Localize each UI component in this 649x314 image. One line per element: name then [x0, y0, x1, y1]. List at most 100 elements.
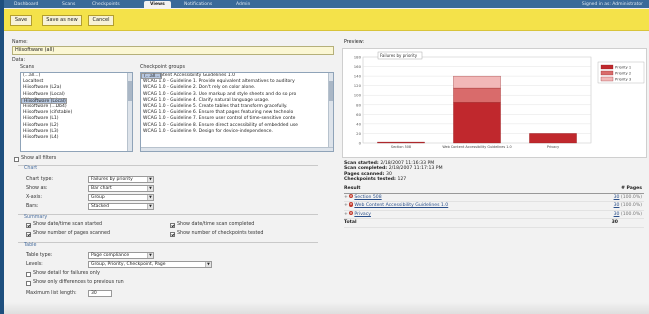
legend-label: Priority 2 [615, 72, 631, 76]
scans-scrollbar[interactable] [127, 73, 132, 151]
result-row: + × Web Content Accessibility Guidelines 1… [344, 202, 644, 211]
levels-label: Levels: [26, 262, 43, 267]
bar-segment [377, 141, 425, 144]
checkpoint-groups-listbox[interactable]: (...all...) Web Content Accessibility Gui… [140, 72, 334, 152]
result-link[interactable]: Section 508 [354, 195, 381, 200]
expand-icon[interactable]: + [344, 212, 348, 217]
pages-percent: (100.0%) [619, 194, 642, 200]
x-tick-label: Web Content Accessibility Guidelines 1.0 [442, 145, 511, 149]
name-field[interactable]: Hiisoftware (all) [12, 46, 334, 55]
y-tick-label: 160 [354, 64, 362, 69]
show-as-label: Show as: [26, 186, 48, 191]
bars-select[interactable]: Stacked ▼ [88, 203, 154, 210]
tab-views[interactable]: Views [144, 1, 171, 8]
chevron-down-icon: ▼ [147, 195, 153, 200]
chart-title: Failures by priority [380, 53, 418, 58]
chart-type-select[interactable]: Failures by priority ▼ [88, 176, 154, 183]
results-total-row: Total 30 [344, 219, 644, 228]
result-link[interactable]: Privacy [354, 212, 371, 217]
pages-cell: 30 (100.0%) [614, 194, 642, 202]
x-tick-label: Privacy [547, 145, 559, 149]
pages-cell: 30 (100.0%) [614, 202, 642, 210]
bars-label: Bars: [26, 204, 39, 209]
chevron-down-icon: ▼ [147, 186, 153, 191]
result-link[interactable]: Web Content Accessibility Guidelines 1.0 [354, 203, 448, 208]
result-row: + × Privacy 30 (100.0%) [344, 210, 644, 219]
y-tick-label: 0 [359, 141, 362, 146]
scan-list-item[interactable]: Hiisoftware (Local) [21, 97, 67, 104]
show-all-filters-checkbox[interactable] [14, 157, 19, 162]
save-as-new-button[interactable]: Save as new [42, 15, 82, 26]
show-checkpoints-tested-label: Show number of checkpoints tested [177, 231, 264, 236]
y-tick-label: 140 [354, 74, 362, 79]
pages-percent: (100.0%) [619, 203, 642, 208]
pages-percent: (100.0%) [619, 211, 642, 217]
result-row: + × Section 508 30 (100.0%) [344, 193, 644, 202]
chevron-down-icon: ▼ [147, 253, 153, 258]
table-type-label: Table type: [26, 253, 53, 258]
expand-icon[interactable]: + [344, 203, 348, 208]
table-section-divider [18, 242, 318, 243]
checkpoints-hscrollbar[interactable] [141, 147, 333, 151]
checkpoints-scrollbar[interactable] [328, 73, 333, 151]
legend-label: Priority 3 [615, 78, 631, 82]
y-tick-label: 180 [354, 55, 362, 60]
chart-section-divider [18, 165, 318, 166]
chevron-down-icon: ▼ [205, 262, 211, 267]
show-scan-completed-checkbox[interactable] [170, 223, 175, 228]
legend-label: Priority 1 [615, 66, 631, 70]
max-list-length-input[interactable]: 30 [88, 290, 112, 297]
show-as-select[interactable]: Bar chart ▼ [88, 185, 154, 192]
show-checkpoints-tested-checkbox[interactable] [170, 232, 175, 237]
tab-notifications[interactable]: Notifications [178, 1, 218, 8]
scan-summary: Scan started: 2/18/2007 11:16:33 PM Scan … [344, 161, 443, 183]
legend-swatch [600, 70, 614, 76]
y-tick-label: 40 [356, 121, 361, 126]
cancel-button[interactable]: Cancel [88, 15, 114, 26]
fail-icon: × [348, 202, 354, 207]
summary-section-title: Summary [24, 215, 48, 220]
bar-segment [529, 133, 577, 144]
fail-icon: × [348, 210, 354, 216]
levels-select[interactable]: Group, Priority, Checkpoint, Page ▼ [88, 261, 212, 268]
pages-cell: 30 (100.0%) [614, 211, 642, 219]
show-scan-started-checkbox[interactable] [26, 223, 31, 228]
failures-only-label: Show detail for failures only [33, 271, 100, 276]
differences-only-checkbox[interactable] [26, 281, 31, 286]
xaxis-label: X-axis: [26, 195, 43, 200]
max-list-length-label: Maximum list length: [26, 291, 77, 296]
result-name-cell: + × Section 508 [344, 193, 382, 202]
results-header-row: Result # Pages [344, 185, 644, 194]
show-pages-scanned-checkbox[interactable] [26, 232, 31, 237]
results-table: Result # Pages + × Section 508 30 (100.0%) +… [344, 185, 644, 228]
tab-scans[interactable]: Scans [56, 1, 81, 8]
total-label: Total [344, 220, 357, 225]
tab-admin[interactable]: Admin [230, 1, 256, 8]
expand-icon[interactable]: + [344, 195, 348, 200]
summary-label: Scan completed: [344, 166, 389, 172]
preview-panel: Preview: 0 20 40 60 80 100 120 140 160 180 Failure… [340, 36, 649, 314]
table-section-title: Table [24, 243, 37, 248]
show-scan-started-label: Show date/time scan started [33, 222, 103, 227]
y-tick-label: 120 [354, 83, 362, 88]
tab-checkpoints[interactable]: Checkpoints [86, 1, 126, 8]
legend-swatch [600, 64, 614, 70]
result-column-header: Result [344, 186, 361, 191]
checkpoint-list-item[interactable]: (...all...) [141, 73, 163, 80]
legend-swatch [600, 76, 614, 82]
xaxis-select[interactable]: Group ▼ [88, 194, 154, 201]
summary-line: Checkpoints tested: 127 [344, 177, 443, 182]
summary-label: Checkpoints tested: [344, 177, 398, 183]
save-button[interactable]: Save [10, 15, 32, 26]
scans-listbox[interactable]: (...all...) Localtest Hiisoftware (L2a) Hii… [20, 72, 133, 152]
failures-only-checkbox[interactable] [26, 272, 31, 277]
checkpoint-list-item[interactable]: WCAG 1.0 - Guideline 9. Design for devic… [141, 129, 333, 135]
tab-dashboard[interactable]: Dashboard [8, 1, 44, 8]
y-tick-label: 80 [356, 102, 361, 107]
scan-list-item[interactable]: Hiisoftware (L4) [21, 135, 132, 141]
fail-icon: × [348, 193, 354, 199]
preview-chart: 0 20 40 60 80 100 120 140 160 180 Failures by prio… [342, 48, 647, 158]
chart-type-label: Chart type: [26, 177, 54, 182]
table-type-select[interactable]: Page compliance ▼ [88, 252, 154, 259]
result-name-cell: + × Web Content Accessibility Guidelines 1… [344, 202, 448, 210]
